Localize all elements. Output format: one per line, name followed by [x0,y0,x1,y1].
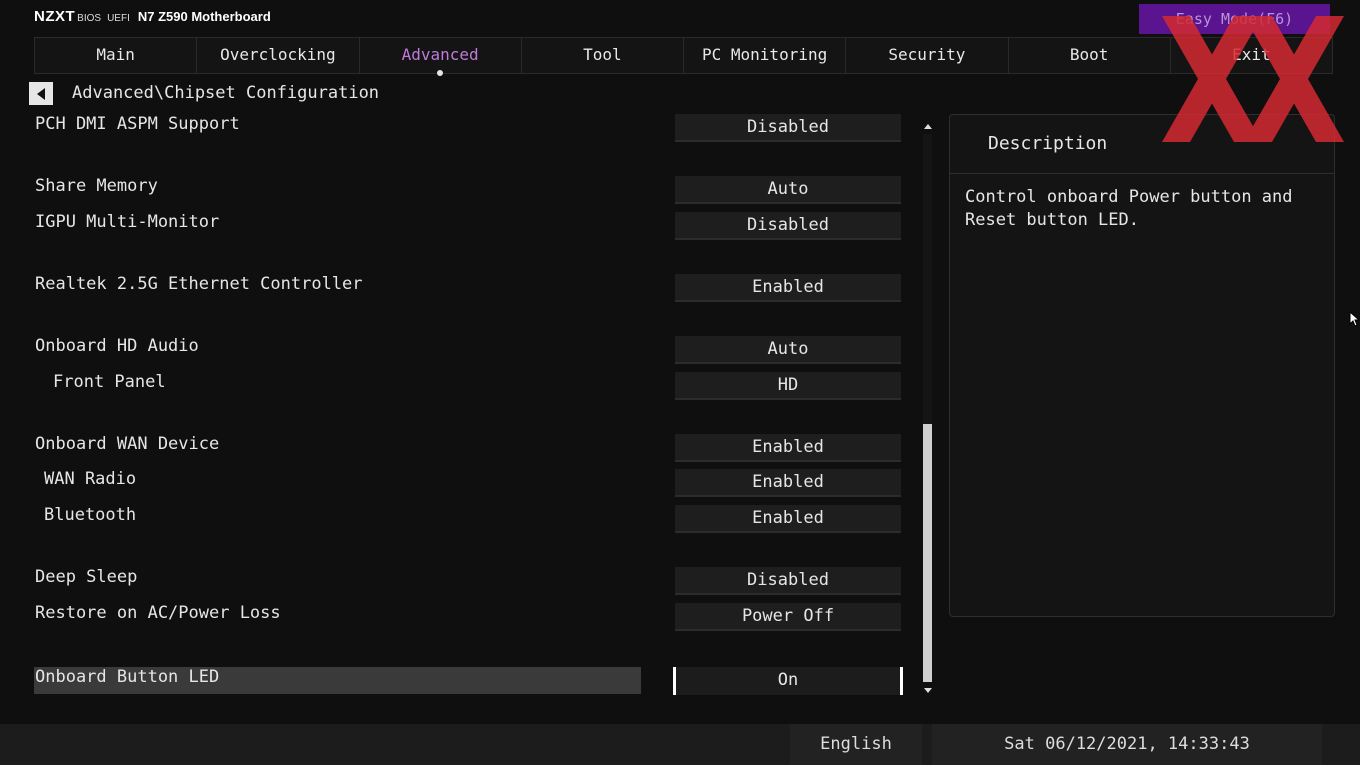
setting-row-share-memory[interactable]: Share Memory Auto [34,174,904,204]
watermark-logo [1162,16,1344,142]
brand-logo: NZXT [34,8,76,25]
scrollbar-thumb[interactable] [923,424,932,682]
setting-value-button[interactable]: Disabled [675,114,901,142]
setting-label: Onboard WAN Device [35,434,220,454]
setting-value-button[interactable]: HD [675,372,901,400]
setting-value-button[interactable]: Enabled [675,469,901,497]
setting-row-front-panel[interactable]: Front Panel HD [34,370,904,400]
tab-tool[interactable]: Tool [522,38,684,73]
status-bar: English Sat 06/12/2021, 14:33:43 [0,724,1360,765]
brand: NZXT BIOS UEFI N7 Z590 Motherboard [34,8,271,28]
setting-value-button[interactable]: Disabled [675,212,901,240]
scrollbar-track[interactable] [923,134,932,682]
setting-label: WAN Radio [44,469,137,489]
setting-label: Front Panel [53,372,166,392]
description-panel: Description Control onboard Power button… [949,114,1335,617]
setting-value-button[interactable]: Auto [675,336,901,364]
setting-label: Realtek 2.5G Ethernet Controller [35,274,363,294]
setting-label: IGPU Multi-Monitor [35,212,220,232]
setting-row-realtek-ethernet[interactable]: Realtek 2.5G Ethernet Controller Enabled [34,272,904,302]
setting-row-deep-sleep[interactable]: Deep Sleep Disabled [34,565,904,595]
setting-label: Restore on AC/Power Loss [35,603,281,623]
tab-pc-monitoring[interactable]: PC Monitoring [684,38,847,73]
back-button[interactable] [29,82,53,105]
date-time-display[interactable]: Sat 06/12/2021, 14:33:43 [932,724,1322,765]
tab-boot[interactable]: Boot [1009,38,1171,73]
setting-row-onboard-button-led[interactable]: Onboard Button LED On [34,667,904,697]
brand-bios: BIOS [77,13,102,24]
setting-row-wan-radio[interactable]: WAN Radio Enabled [34,467,904,497]
brand-uefi: UEFI [107,13,130,24]
setting-value-button[interactable]: Auto [675,176,901,204]
setting-row-igpu-multi-monitor[interactable]: IGPU Multi-Monitor Disabled [34,210,904,240]
scroll-down-icon[interactable] [924,688,932,693]
setting-label: PCH DMI ASPM Support [35,114,240,134]
tab-security[interactable]: Security [846,38,1009,73]
language-selector[interactable]: English [790,724,922,765]
setting-label: Onboard Button LED [35,667,220,687]
scroll-up-icon[interactable] [924,124,932,129]
setting-value-button[interactable]: Enabled [675,274,901,302]
setting-row-onboard-hd-audio[interactable]: Onboard HD Audio Auto [34,334,904,364]
setting-value-button[interactable]: Disabled [675,567,901,595]
breadcrumb: Advanced\Chipset Configuration [72,83,380,103]
settings-scrollbar[interactable] [921,120,934,695]
mouse-cursor-icon [1349,311,1359,327]
tab-main[interactable]: Main [35,38,198,73]
setting-label: Share Memory [35,176,158,196]
motherboard-model: N7 Z590 Motherboard [137,9,271,24]
back-arrow-icon [37,87,45,100]
setting-label: Onboard HD Audio [35,336,199,356]
tab-overclocking[interactable]: Overclocking [197,38,360,73]
setting-label: Bluetooth [44,505,137,525]
main-tabs: Main Overclocking Advanced Tool PC Monit… [34,37,1333,76]
setting-label: Deep Sleep [35,567,138,587]
tab-advanced[interactable]: Advanced [360,38,522,76]
setting-row-onboard-wan-device[interactable]: Onboard WAN Device Enabled [34,432,904,462]
description-text: Control onboard Power button and Reset b… [965,187,1293,230]
setting-value-button[interactable]: Enabled [675,505,901,533]
setting-row-bluetooth[interactable]: Bluetooth Enabled [34,503,904,533]
setting-value-button[interactable]: On [673,667,903,695]
setting-value-button[interactable]: Power Off [675,603,901,631]
setting-value-button[interactable]: Enabled [675,434,901,462]
setting-row-pch-dmi-aspm[interactable]: PCH DMI ASPM Support Disabled [34,112,904,142]
setting-row-restore-ac-power-loss[interactable]: Restore on AC/Power Loss Power Off [34,601,904,631]
